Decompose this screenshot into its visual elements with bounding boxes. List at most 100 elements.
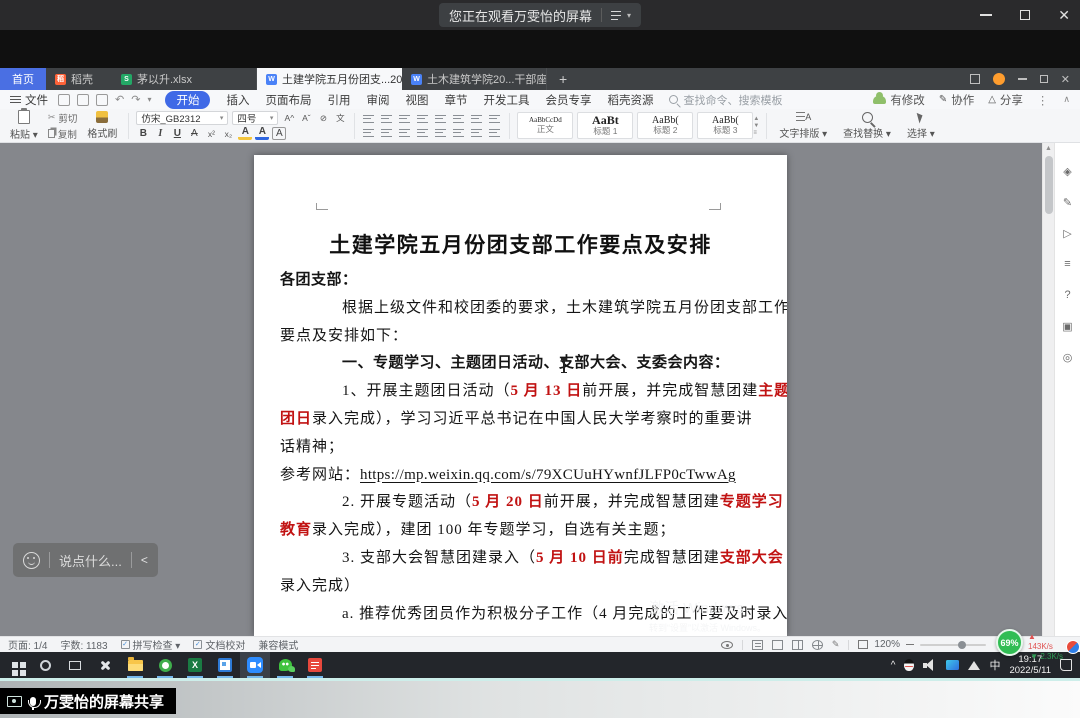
more-menu-icon[interactable]: ⋮ — [1037, 93, 1050, 107]
ime-indicator[interactable]: 中 — [989, 657, 1000, 673]
style-标题 1[interactable]: AaBt标题 1 — [577, 112, 633, 139]
document-tab[interactable]: 首页 — [0, 68, 46, 90]
menu-开发工具[interactable]: 开发工具 — [483, 92, 529, 108]
document-tab[interactable]: W土建学院五月份团支...2022-5(1) — [257, 68, 402, 90]
clear-format-button[interactable]: ⊘ — [316, 112, 330, 125]
select-tool-icon[interactable]: ▷ — [1060, 225, 1076, 241]
document-line[interactable]: 要点及安排如下： — [280, 323, 764, 351]
style-tool-icon[interactable]: ◈ — [1060, 163, 1076, 179]
file-menu[interactable]: 文件 — [10, 92, 48, 108]
superscript-button[interactable]: x² — [204, 127, 218, 140]
zoom-slider[interactable] — [920, 644, 986, 646]
font-size-select[interactable]: 四号▾ — [232, 111, 278, 125]
close-button[interactable]: ✕ — [1058, 8, 1070, 22]
scrollbar-thumb[interactable] — [1045, 156, 1053, 214]
document-tab[interactable]: W土木建筑学院20...干部座谈会会议议程 — [402, 68, 547, 90]
assistant-ball-icon[interactable] — [1066, 640, 1080, 654]
preview-eye-icon[interactable] — [721, 641, 733, 649]
taskbar-wechat-icon[interactable] — [270, 652, 300, 678]
document-line[interactable]: 教育录入完成），建团 100 年专题学习，自选有关主题； — [280, 517, 764, 545]
fit-page-icon[interactable] — [858, 640, 868, 649]
paragraph-marks-button[interactable] — [434, 113, 448, 125]
选择-button[interactable]: 选择 ▾ — [902, 112, 940, 140]
phonetic-guide-button[interactable]: 文 — [333, 112, 347, 125]
document-tab[interactable]: S茅以升.xlsx — [112, 68, 257, 90]
zoom-level[interactable]: 120% — [874, 639, 900, 650]
align-right-button[interactable] — [398, 127, 412, 139]
justify-button[interactable] — [416, 127, 430, 139]
paste-button[interactable]: 粘贴 ▾ — [6, 110, 42, 141]
chevron-down-icon[interactable]: ▾ — [627, 11, 631, 20]
document-line[interactable]: 1、开展主题团日活动（5 月 13 日前开展，并完成智慧团建主题 — [280, 378, 764, 406]
cut-button[interactable]: ✂剪切 — [48, 111, 78, 125]
document-line[interactable]: 根据上级文件和校团委的要求，土木建筑学院五月份团支部工作 — [280, 295, 764, 323]
sort-button[interactable] — [470, 113, 484, 125]
menu-审阅[interactable]: 审阅 — [366, 92, 389, 108]
document-line[interactable]: 各团支部： — [280, 267, 764, 295]
collapse-ribbon-icon[interactable]: ∧ — [1063, 94, 1070, 105]
insert-symbol-button[interactable] — [488, 113, 502, 125]
bold-button[interactable]: B — [136, 127, 150, 140]
document-page[interactable]: 土建学院五月份团支部工作要点及安排 各团支部：根据上级文件和校团委的要求，土木建… — [254, 155, 787, 636]
print-preview-icon[interactable] — [96, 94, 108, 106]
bullet-list-button[interactable] — [362, 113, 376, 125]
menu-引用[interactable]: 引用 — [327, 92, 350, 108]
zoom-slider-knob[interactable] — [958, 641, 966, 649]
文字排版-button[interactable]: 文字排版 ▾ — [774, 111, 832, 140]
adjust-tool-icon[interactable]: ≡ — [1060, 256, 1076, 272]
wps-close-button[interactable]: ✕ — [1061, 73, 1070, 86]
command-search[interactable]: 查找命令、搜索模板 — [669, 92, 782, 108]
menu-开始[interactable]: 开始 — [165, 91, 210, 109]
help-tool-icon[interactable]: ? — [1060, 287, 1076, 303]
taskbar-start-icon[interactable] — [0, 652, 30, 678]
page-view-icon[interactable] — [752, 640, 763, 650]
font-name-select[interactable]: 仿宋_GB2312▾ — [136, 111, 228, 125]
volume-icon[interactable] — [923, 659, 937, 671]
document-line[interactable]: 一、专题学习、主题团日活动、支部大会、支委会内容： — [280, 350, 764, 378]
taskbar-security-app-icon[interactable] — [150, 652, 180, 678]
shading-button[interactable] — [470, 127, 484, 139]
participant-list-icon[interactable] — [611, 11, 624, 20]
wps-maximize-button[interactable] — [1040, 75, 1048, 83]
distribute-button[interactable] — [434, 127, 448, 139]
quickbar-caret-icon[interactable]: ▾ — [147, 95, 151, 104]
qq-tray-icon[interactable] — [904, 659, 914, 671]
wps-minimize-button[interactable] — [1018, 78, 1027, 80]
strikethrough-button[interactable]: A — [187, 127, 201, 140]
menu-会员专享[interactable]: 会员专享 — [545, 92, 591, 108]
taskbar-file-explorer-icon[interactable] — [120, 652, 150, 678]
style-正文[interactable]: AaBbCcDd正文 — [517, 112, 573, 139]
account-avatar[interactable] — [993, 73, 1005, 85]
chat-input[interactable]: 说点什么... — [59, 551, 122, 570]
increase-indent-button[interactable] — [416, 113, 430, 125]
menu-稻壳资源[interactable]: 稻壳资源 — [607, 92, 653, 108]
status-拼写检查[interactable]: ✓拼写检查 ▾ — [121, 637, 181, 652]
sync-status[interactable]: 有修改 — [873, 92, 925, 108]
scroll-up-arrow[interactable]: ▲ — [1043, 143, 1054, 155]
taskbar-pinwheel-app-icon[interactable] — [90, 652, 120, 678]
style-标题 2[interactable]: AaBb(标题 2 — [637, 112, 693, 139]
undo-icon[interactable]: ↶ — [115, 93, 124, 106]
performance-badge[interactable]: 69% — [996, 629, 1023, 656]
document-line[interactable]: 3. 支部大会智慧团建录入（5 月 10 日前完成智慧团建支部大会 — [280, 545, 764, 573]
document-title[interactable]: 土建学院五月份团支部工作要点及安排 — [254, 229, 787, 259]
zoom-out-button[interactable] — [906, 644, 914, 646]
document-line[interactable]: 2. 开展专题活动（5 月 20 日前开展，并完成智慧团建专题学习 — [280, 489, 764, 517]
text-direction-button[interactable] — [452, 113, 466, 125]
two-page-view-icon[interactable] — [792, 640, 803, 650]
taskbar-excel-icon[interactable]: X — [180, 652, 210, 678]
new-tab-button[interactable]: + — [547, 68, 579, 90]
navigate-tool-icon[interactable]: ◎ — [1060, 349, 1076, 365]
taskbar-tencent-meeting-icon[interactable] — [240, 652, 270, 678]
document-line[interactable]: 团日录入完成），学习习近平总书记在中国人民大学考察时的重要讲 — [280, 406, 764, 434]
minimize-button[interactable] — [980, 14, 992, 16]
maximize-button[interactable] — [1020, 10, 1030, 20]
format-painter-button[interactable]: 格式刷 — [83, 111, 121, 140]
edit-tool-icon[interactable]: ✎ — [1060, 194, 1076, 210]
share-button[interactable]: △分享 — [988, 92, 1023, 108]
chat-collapse-button[interactable]: < — [141, 553, 148, 567]
increase-font-size-button[interactable]: A^ — [282, 112, 296, 125]
document-line[interactable]: 参考网站：https://mp.weixin.qq.com/s/79XCUuHY… — [280, 462, 764, 490]
font-color-button[interactable]: A — [255, 127, 269, 140]
查找替换-button[interactable]: 查找替换 ▾ — [838, 112, 896, 140]
